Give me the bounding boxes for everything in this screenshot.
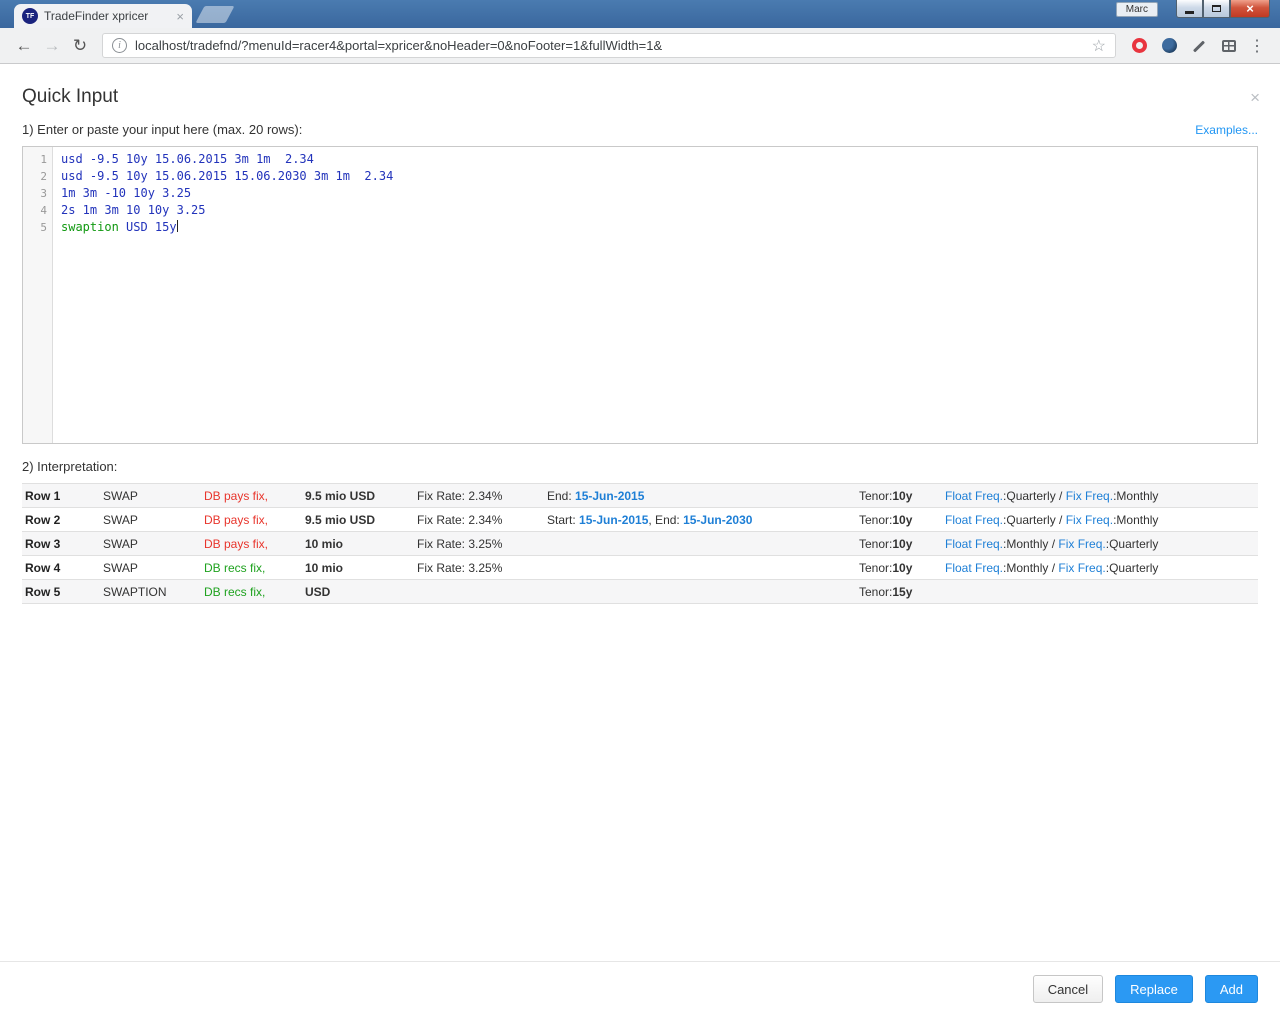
code-line[interactable]: 1m 3m -10 10y 3.25 (61, 185, 1257, 202)
notional: 10 mio (305, 561, 417, 575)
code-line[interactable]: swaption USD 15y (61, 219, 1257, 236)
trade-type: SWAP (103, 537, 204, 551)
table-row: Row 1SWAPDB pays fix,9.5 mio USDFix Rate… (22, 484, 1258, 508)
new-tab-button[interactable] (195, 6, 234, 23)
extension-pen-icon[interactable] (1184, 39, 1214, 53)
browser-menu-icon[interactable]: ⋮ (1244, 36, 1270, 56)
frequencies: Float Freq.:Monthly / Fix Freq.:Quarterl… (945, 537, 1258, 551)
table-row: Row 5SWAPTIONDB recs fix,USD Tenor:15y (22, 580, 1258, 604)
bookmark-star-icon[interactable]: ☆ (1092, 36, 1106, 56)
extension-grid-icon[interactable] (1214, 40, 1244, 52)
notional: 9.5 mio USD (305, 489, 417, 503)
direction: DB pays fix, (204, 537, 305, 551)
tenor: Tenor:15y (859, 585, 945, 599)
minimize-icon (1185, 11, 1194, 14)
editor-code[interactable]: usd -9.5 10y 15.06.2015 3m 1m 2.34usd -9… (53, 147, 1257, 443)
code-line[interactable]: 2s 1m 3m 10 10y 3.25 (61, 202, 1257, 219)
trade-type: SWAP (103, 489, 204, 503)
restore-button[interactable] (1203, 0, 1230, 18)
restore-icon (1212, 5, 1221, 12)
fix-rate: Fix Rate: 3.25% (417, 561, 547, 575)
footer-divider (0, 961, 1280, 962)
forward-icon[interactable]: → (38, 36, 66, 56)
line-number: 5 (23, 219, 47, 236)
browser-window: TF TradeFinder xpricer × Marc × ← → ↻ i … (0, 0, 1280, 64)
row-label: Row 2 (25, 513, 103, 527)
cancel-button[interactable]: Cancel (1033, 975, 1103, 1003)
examples-link[interactable]: Examples... (1195, 123, 1258, 137)
direction: DB pays fix, (204, 489, 305, 503)
titlebar: TF TradeFinder xpricer × Marc × (0, 0, 1280, 28)
notional: USD (305, 585, 417, 599)
table-row: Row 4SWAPDB recs fix,10 mioFix Rate: 3.2… (22, 556, 1258, 580)
dates: Start: 15-Jun-2015, End: 15-Jun-2030 (547, 513, 859, 527)
tab-title: TradeFinder xpricer (44, 9, 170, 23)
notional: 9.5 mio USD (305, 513, 417, 527)
trade-type: SWAPTION (103, 585, 204, 599)
page-info-icon[interactable]: i (112, 38, 127, 53)
direction: DB recs fix, (204, 561, 305, 575)
line-number: 4 (23, 202, 47, 219)
trade-type: SWAP (103, 561, 204, 575)
tenor: Tenor:10y (859, 561, 945, 575)
interpretation-table: Row 1SWAPDB pays fix,9.5 mio USDFix Rate… (22, 483, 1258, 604)
frequencies: Float Freq.:Quarterly / Fix Freq.:Monthl… (945, 489, 1258, 503)
extension-globe-icon[interactable] (1154, 38, 1184, 53)
direction: DB pays fix, (204, 513, 305, 527)
fix-rate: Fix Rate: 3.25% (417, 537, 547, 551)
browser-tab[interactable]: TF TradeFinder xpricer × (14, 4, 192, 28)
frequencies: Float Freq.:Monthly / Fix Freq.:Quarterl… (945, 561, 1258, 575)
interpretation-section-label: 2) Interpretation: (22, 459, 1258, 474)
extension-opera-icon[interactable] (1124, 38, 1154, 53)
url-text[interactable]: localhost/tradefnd/?menuId=racer4&portal… (135, 38, 1084, 53)
dialog-close-icon[interactable]: × (1250, 88, 1260, 108)
notional: 10 mio (305, 537, 417, 551)
row-label: Row 3 (25, 537, 103, 551)
address-bar[interactable]: i localhost/tradefnd/?menuId=racer4&port… (102, 33, 1116, 58)
browser-toolbar: ← → ↻ i localhost/tradefnd/?menuId=racer… (0, 28, 1280, 64)
quick-input-page: × Quick Input 1) Enter or paste your inp… (0, 64, 1280, 1024)
tenor: Tenor:10y (859, 537, 945, 551)
input-section-label: 1) Enter or paste your input here (max. … (22, 122, 302, 137)
line-number: 1 (23, 151, 47, 168)
tenor: Tenor:10y (859, 489, 945, 503)
fix-rate: Fix Rate: 2.34% (417, 513, 547, 527)
code-editor[interactable]: 12345 usd -9.5 10y 15.06.2015 3m 1m 2.34… (22, 146, 1258, 444)
direction: DB recs fix, (204, 585, 305, 599)
table-row: Row 3SWAPDB pays fix,10 mioFix Rate: 3.2… (22, 532, 1258, 556)
text-caret (177, 220, 178, 232)
minimize-button[interactable] (1176, 0, 1203, 18)
dates: End: 15-Jun-2015 (547, 489, 859, 503)
table-row: Row 2SWAPDB pays fix,9.5 mio USDFix Rate… (22, 508, 1258, 532)
fix-rate: Fix Rate: 2.34% (417, 489, 547, 503)
frequencies: Float Freq.:Quarterly / Fix Freq.:Monthl… (945, 513, 1258, 527)
code-line[interactable]: usd -9.5 10y 15.06.2015 3m 1m 2.34 (61, 151, 1257, 168)
reload-icon[interactable]: ↻ (66, 36, 94, 56)
row-label: Row 4 (25, 561, 103, 575)
row-label: Row 1 (25, 489, 103, 503)
row-label: Row 5 (25, 585, 103, 599)
tenor: Tenor:10y (859, 513, 945, 527)
user-profile-button[interactable]: Marc (1116, 2, 1158, 17)
editor-gutter: 12345 (23, 147, 53, 443)
back-icon[interactable]: ← (10, 36, 38, 56)
page-title: Quick Input (22, 64, 1258, 108)
window-close-button[interactable]: × (1230, 0, 1270, 18)
site-favicon-icon: TF (22, 8, 38, 24)
add-button[interactable]: Add (1205, 975, 1258, 1003)
replace-button[interactable]: Replace (1115, 975, 1193, 1003)
code-line[interactable]: usd -9.5 10y 15.06.2015 15.06.2030 3m 1m… (61, 168, 1257, 185)
line-number: 3 (23, 185, 47, 202)
trade-type: SWAP (103, 513, 204, 527)
tab-close-icon[interactable]: × (176, 9, 184, 24)
line-number: 2 (23, 168, 47, 185)
